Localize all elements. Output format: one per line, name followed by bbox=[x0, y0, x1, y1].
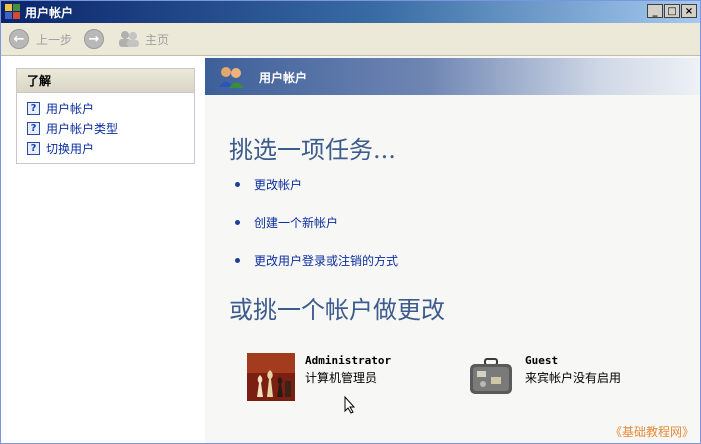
help-icon: ? bbox=[27, 101, 40, 115]
section-banner: 用户帐户 bbox=[205, 58, 700, 95]
learn-about-panel: 了解 ? 用户帐户 ? 用户帐户类型 ? 切换用户 bbox=[16, 68, 195, 164]
maximize-icon: □ bbox=[667, 5, 677, 17]
account-guest[interactable]: Guest 来宾帐户没有启用 bbox=[467, 353, 621, 401]
user-accounts-window: 用户帐户 _ □ × ← 上一步 → 主页 了解 ? 用户帐户 ? 用户帐户类型… bbox=[0, 0, 701, 444]
banner-title: 用户帐户 bbox=[259, 71, 308, 85]
help-icon: ? bbox=[27, 121, 40, 135]
minimize-icon: _ bbox=[652, 5, 658, 17]
user-accounts-app-icon bbox=[5, 4, 20, 19]
learn-about-header: 了解 bbox=[17, 69, 194, 93]
left-pane: 了解 ? 用户帐户 ? 用户帐户类型 ? 切换用户 bbox=[1, 56, 205, 443]
task-label: 更改用户登录或注销的方式 bbox=[254, 254, 399, 268]
help-icon: ? bbox=[27, 141, 40, 155]
account-name: Guest bbox=[525, 354, 559, 367]
suitcase-icon bbox=[470, 358, 512, 394]
pick-task-heading: 挑选一项任务... bbox=[229, 136, 396, 164]
close-button[interactable]: × bbox=[681, 4, 697, 18]
task-label: 更改帐户 bbox=[254, 178, 303, 192]
users-icon bbox=[219, 67, 244, 88]
site-watermark: 《基础教程网》 bbox=[609, 425, 694, 439]
learn-item-label: 用户帐户类型 bbox=[46, 121, 119, 136]
learn-item-label: 用户帐户 bbox=[46, 101, 95, 116]
close-icon: × bbox=[684, 5, 694, 17]
task-label: 创建一个新帐户 bbox=[254, 216, 339, 230]
minimize-button[interactable]: _ bbox=[647, 4, 663, 18]
account-name: Administrator bbox=[305, 354, 392, 367]
home-button[interactable]: 主页 bbox=[118, 27, 169, 51]
home-label: 主页 bbox=[145, 32, 170, 47]
users-home-icon bbox=[119, 31, 139, 47]
back-arrow-icon: ← bbox=[9, 29, 29, 49]
forward-button[interactable]: → bbox=[84, 27, 104, 51]
task-create-account[interactable]: 创建一个新帐户 bbox=[235, 214, 338, 231]
learn-item-user-accounts[interactable]: ? 用户帐户 bbox=[27, 99, 94, 117]
bullet-icon bbox=[235, 258, 240, 263]
learn-item-label: 切换用户 bbox=[46, 141, 95, 156]
pick-account-heading: 或挑一个帐户做更改 bbox=[229, 296, 445, 324]
forward-arrow-icon: → bbox=[84, 29, 104, 49]
account-administrator[interactable]: Administrator 计算机管理员 bbox=[247, 353, 391, 401]
main-pane: 用户帐户 挑选一项任务... 更改帐户 创建一个新帐户 更改用户登录或注销的方式… bbox=[205, 56, 700, 443]
account-type: 计算机管理员 bbox=[305, 371, 378, 385]
window-title: 用户帐户 bbox=[25, 6, 74, 20]
mouse-pointer-icon bbox=[344, 396, 356, 414]
title-bar[interactable]: 用户帐户 _ □ × bbox=[1, 1, 700, 23]
task-change-account[interactable]: 更改帐户 bbox=[235, 176, 302, 193]
task-change-logon[interactable]: 更改用户登录或注销的方式 bbox=[235, 252, 398, 269]
learn-item-account-types[interactable]: ? 用户帐户类型 bbox=[27, 119, 118, 137]
learn-item-switch-user[interactable]: ? 切换用户 bbox=[27, 139, 94, 157]
back-label: 上一步 bbox=[36, 32, 73, 47]
bullet-icon bbox=[235, 220, 240, 225]
back-button[interactable]: ← 上一步 bbox=[9, 27, 72, 51]
bullet-icon bbox=[235, 182, 240, 187]
toolbar: ← 上一步 → 主页 bbox=[1, 23, 700, 56]
maximize-button[interactable]: □ bbox=[664, 4, 680, 18]
chess-icon bbox=[247, 353, 295, 401]
account-type: 来宾帐户没有启用 bbox=[525, 371, 622, 385]
